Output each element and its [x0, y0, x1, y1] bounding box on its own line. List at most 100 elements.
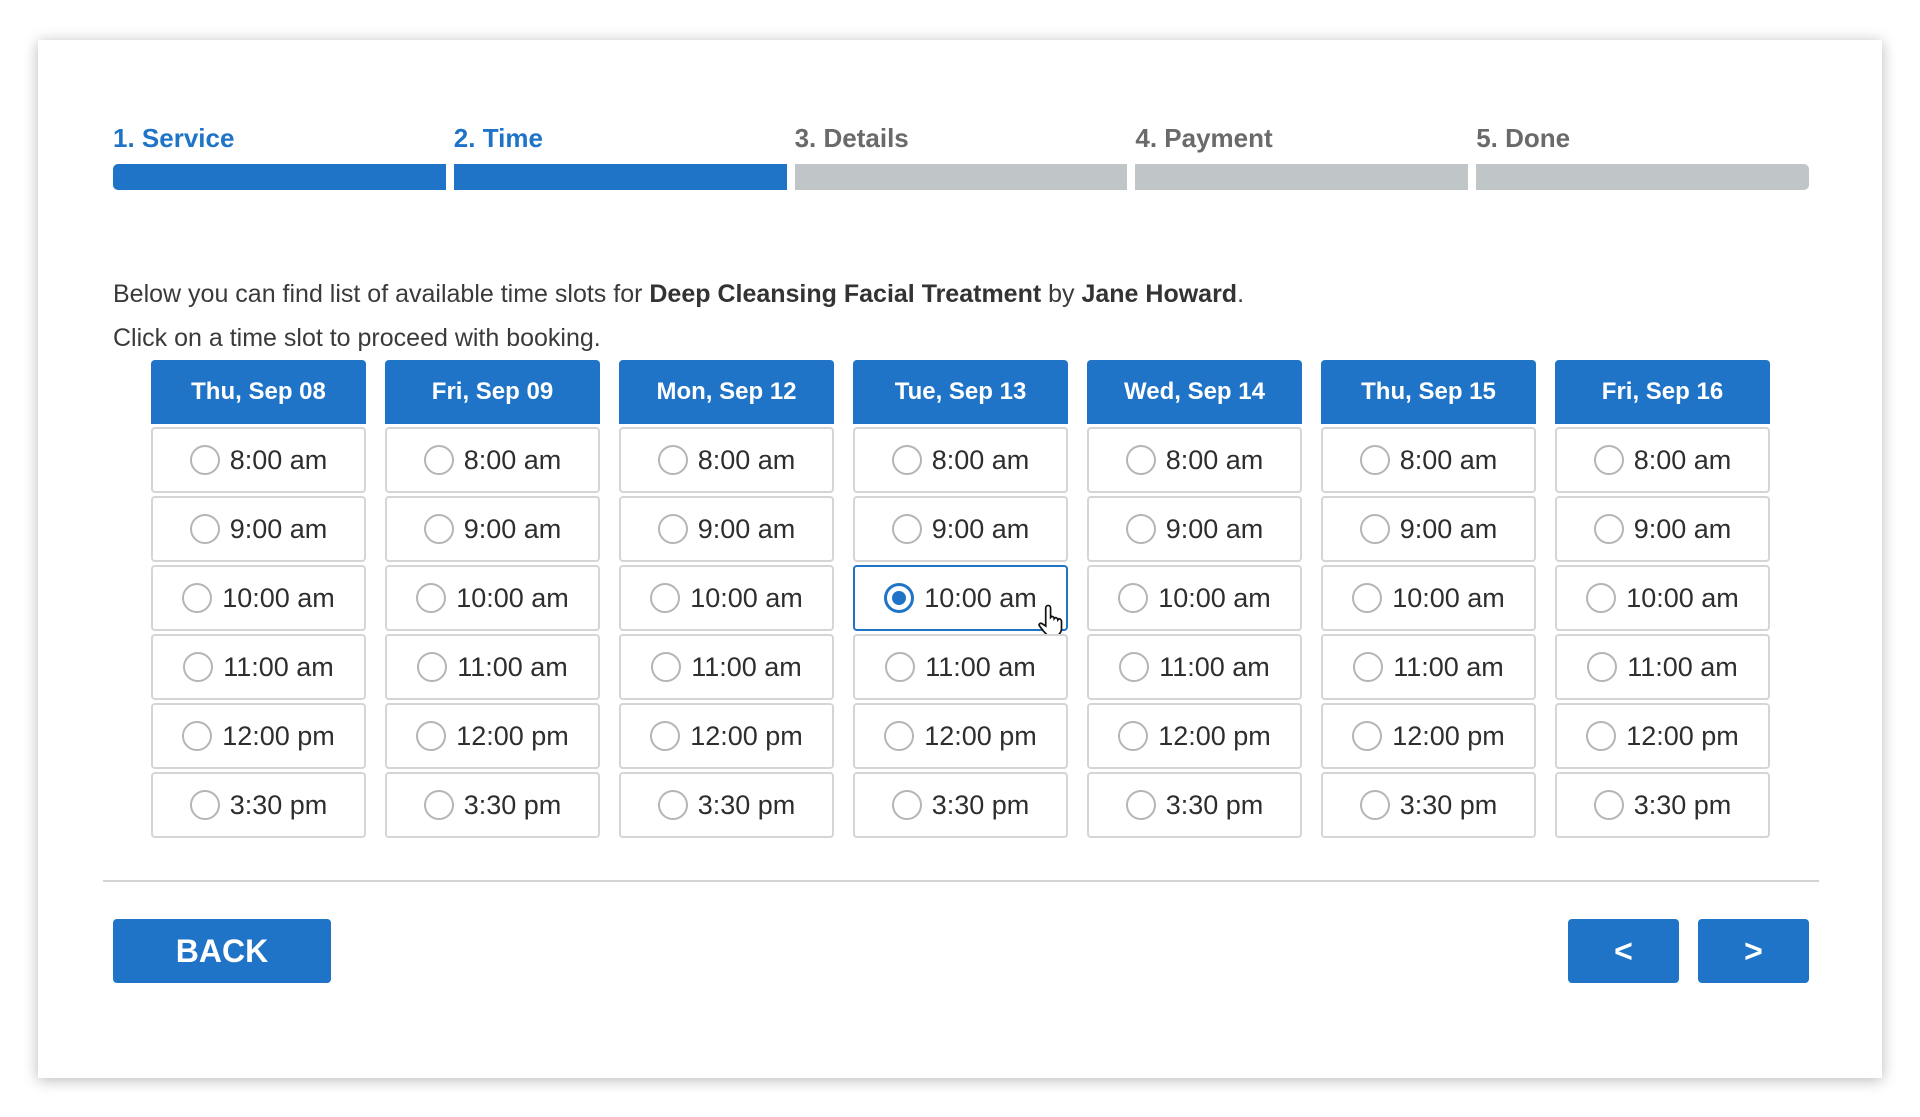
time-slot[interactable]: 12:00 pm [853, 703, 1068, 769]
time-slot[interactable]: 9:00 am [1555, 496, 1770, 562]
radio-icon[interactable] [1587, 652, 1618, 682]
radio-icon[interactable] [1593, 790, 1624, 820]
time-slot[interactable]: 11:00 am [1555, 634, 1770, 700]
time-slot[interactable]: 12:00 pm [1555, 703, 1770, 769]
day-column: Fri, Sep 16 8:00 am 9:00 am 10:00 am 11:00 a… [1555, 360, 1770, 838]
time-slot[interactable]: 12:00 pm [1321, 703, 1536, 769]
time-slot[interactable]: 3:30 pm [853, 772, 1068, 838]
time-slot[interactable]: 3:30 pm [385, 772, 600, 838]
radio-icon[interactable] [183, 652, 214, 682]
time-slot[interactable]: 8:00 am [151, 427, 366, 493]
radio-icon[interactable] [1119, 652, 1150, 682]
radio-icon[interactable] [1359, 790, 1390, 820]
radio-icon[interactable] [189, 514, 220, 544]
time-slot[interactable]: 10:00 am [853, 565, 1068, 637]
radio-icon[interactable] [423, 445, 454, 475]
time-slot[interactable]: 10:00 am [1555, 565, 1770, 631]
day-column: Wed, Sep 14 8:00 am 9:00 am 10:00 am 11:00 a… [1087, 360, 1302, 838]
radio-icon[interactable] [416, 583, 447, 613]
time-slot[interactable]: 11:00 am [853, 634, 1068, 700]
radio-icon[interactable] [182, 583, 213, 613]
radio-icon[interactable] [885, 652, 916, 682]
time-slot[interactable]: 11:00 am [385, 634, 600, 700]
time-slot[interactable]: 8:00 am [1321, 427, 1536, 493]
radio-icon[interactable] [1593, 514, 1624, 544]
time-slot[interactable]: 10:00 am [619, 565, 834, 631]
radio-icon[interactable] [1352, 721, 1383, 751]
time-slot[interactable]: 8:00 am [1555, 427, 1770, 493]
radio-icon[interactable] [1125, 514, 1156, 544]
time-slot[interactable]: 10:00 am [151, 565, 366, 631]
step-label: 2. Time [453, 123, 543, 153]
radio-icon[interactable] [1125, 445, 1156, 475]
time-slot[interactable]: 8:00 am [853, 427, 1068, 493]
radio-icon[interactable] [423, 790, 454, 820]
time-slot[interactable]: 9:00 am [151, 496, 366, 562]
radio-icon[interactable] [1118, 721, 1149, 751]
radio-icon[interactable] [423, 514, 454, 544]
time-slot[interactable]: 10:00 am [385, 565, 600, 631]
intro-text: Below you can find list of available tim… [113, 272, 1244, 360]
time-slot-grid: Thu, Sep 08 8:00 am 9:00 am 10:00 am 11:00 a… [151, 360, 1770, 838]
time-slot[interactable]: 11:00 am [151, 634, 366, 700]
radio-icon[interactable] [1359, 445, 1390, 475]
time-slot-label: 12:00 pm [1392, 720, 1505, 751]
time-slot[interactable]: 12:00 pm [1087, 703, 1302, 769]
radio-icon[interactable] [1118, 583, 1149, 613]
time-slot[interactable]: 12:00 pm [619, 703, 834, 769]
time-slot[interactable]: 10:00 am [1321, 565, 1536, 631]
time-slot[interactable]: 9:00 am [853, 496, 1068, 562]
radio-icon[interactable] [1593, 445, 1624, 475]
radio-icon[interactable] [1586, 583, 1617, 613]
time-slot[interactable]: 3:30 pm [1555, 772, 1770, 838]
day-header: Fri, Sep 16 [1555, 360, 1770, 424]
radio-icon[interactable] [891, 445, 922, 475]
radio-icon[interactable] [657, 445, 688, 475]
time-slot[interactable]: 11:00 am [1087, 634, 1302, 700]
time-slot[interactable]: 3:30 pm [619, 772, 834, 838]
time-slot[interactable]: 11:00 am [1321, 634, 1536, 700]
time-slot-label: 8:00 am [1165, 444, 1264, 475]
time-slot[interactable]: 3:30 pm [151, 772, 366, 838]
radio-icon[interactable] [1586, 721, 1617, 751]
prev-page-button[interactable]: < [1568, 919, 1679, 983]
radio-icon[interactable] [416, 721, 447, 751]
radio-icon[interactable] [189, 445, 220, 475]
radio-icon[interactable] [1353, 652, 1384, 682]
radio-icon[interactable] [650, 721, 681, 751]
radio-icon[interactable] [891, 514, 922, 544]
time-slot[interactable]: 12:00 pm [385, 703, 600, 769]
time-slot[interactable]: 10:00 am [1087, 565, 1302, 631]
time-slot[interactable]: 8:00 am [1087, 427, 1302, 493]
radio-icon[interactable] [650, 583, 681, 613]
radio-icon[interactable] [1125, 790, 1156, 820]
time-slot[interactable]: 9:00 am [1087, 496, 1302, 562]
next-page-button[interactable]: > [1698, 919, 1809, 983]
radio-icon[interactable] [657, 514, 688, 544]
time-slot-label: 12:00 pm [222, 720, 335, 751]
radio-icon[interactable] [657, 790, 688, 820]
radio-icon[interactable] [1359, 514, 1390, 544]
time-slot[interactable]: 9:00 am [385, 496, 600, 562]
time-slot-label: 9:00 am [463, 513, 562, 544]
time-slot[interactable]: 8:00 am [619, 427, 834, 493]
radio-icon[interactable] [1352, 583, 1383, 613]
time-slot[interactable]: 11:00 am [619, 634, 834, 700]
time-slot[interactable]: 9:00 am [1321, 496, 1536, 562]
back-button[interactable]: BACK [113, 919, 331, 983]
radio-icon[interactable] [182, 721, 213, 751]
radio-icon[interactable] [189, 790, 220, 820]
time-slot[interactable]: 12:00 pm [151, 703, 366, 769]
radio-icon[interactable] [651, 652, 682, 682]
radio-icon[interactable] [417, 652, 448, 682]
radio-icon[interactable] [884, 721, 915, 751]
day-column: Tue, Sep 13 8:00 am 9:00 am 10:00 am 11:00 a… [853, 360, 1068, 838]
time-slot[interactable]: 8:00 am [385, 427, 600, 493]
time-slot-label: 12:00 pm [456, 720, 569, 751]
radio-icon[interactable] [884, 583, 915, 613]
radio-icon[interactable] [891, 790, 922, 820]
time-slot[interactable]: 9:00 am [619, 496, 834, 562]
time-slot[interactable]: 3:30 pm [1321, 772, 1536, 838]
step-label: 5. Done [1476, 123, 1571, 153]
time-slot[interactable]: 3:30 pm [1087, 772, 1302, 838]
